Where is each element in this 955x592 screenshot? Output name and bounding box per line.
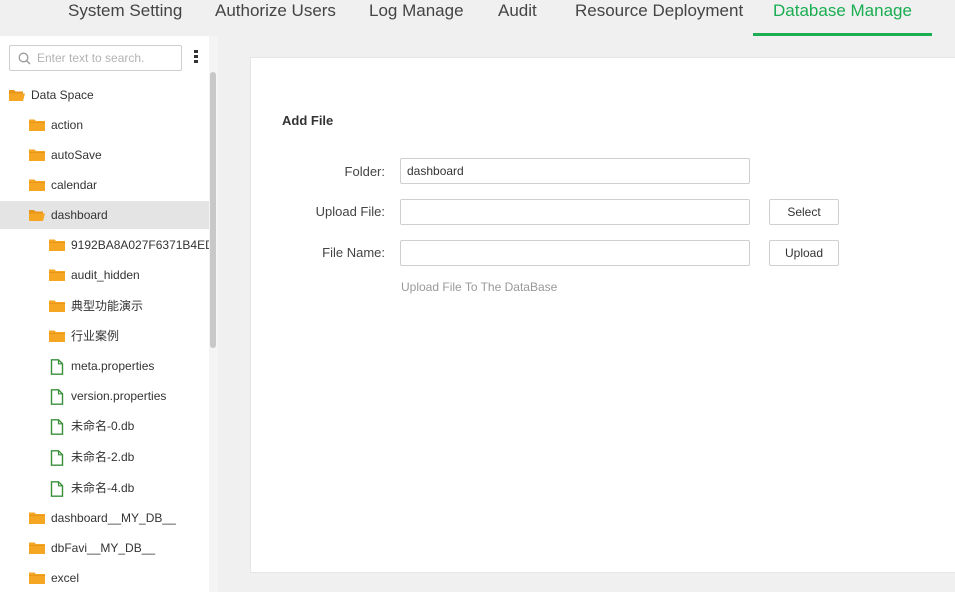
folder-icon xyxy=(29,179,45,191)
tree-node-label: meta.properties xyxy=(71,359,155,373)
folder-icon xyxy=(49,300,65,312)
menu-icon[interactable] xyxy=(191,50,201,66)
tree-node-label: dashboard__MY_DB__ xyxy=(51,511,176,525)
tree-node-action[interactable]: action xyxy=(0,111,209,139)
folder-icon xyxy=(29,149,45,161)
file-name-field[interactable] xyxy=(400,240,750,266)
tree-node-calendar[interactable]: calendar xyxy=(0,171,209,199)
tree-node-dbfavi-my-db[interactable]: dbFavi__MY_DB__ xyxy=(0,534,209,562)
scrollbar-thumb[interactable] xyxy=(210,72,216,348)
tree-node-audit-hidden[interactable]: audit_hidden xyxy=(0,261,209,289)
folder-icon xyxy=(29,542,45,554)
tree-node-label: 未命名-2.db xyxy=(71,450,135,464)
panel-title: Add File xyxy=(282,113,334,128)
file-icon xyxy=(50,359,64,375)
file-icon xyxy=(50,450,64,466)
tree-node-version-properties[interactable]: version.properties xyxy=(0,382,209,410)
folder-icon xyxy=(49,239,65,251)
tab-resource-deployment[interactable]: Resource Deployment xyxy=(575,0,743,36)
tree-node-label: audit_hidden xyxy=(71,268,140,282)
sidebar-scrollbar[interactable] xyxy=(209,36,218,592)
tree-node-label: 行业案例 xyxy=(71,329,120,343)
tree-node-9192ba8a[interactable]: 9192BA8A027F6371B4ED xyxy=(0,231,209,259)
tree-node-untitled-2-db[interactable]: 未命名-2.db xyxy=(0,443,209,471)
folder-icon xyxy=(29,572,45,584)
tree-node-label: dashboard xyxy=(51,208,108,222)
folder-field[interactable]: dashboard xyxy=(400,158,750,184)
tab-log-manage[interactable]: Log Manage xyxy=(369,0,464,36)
tab-authorize-users[interactable]: Authorize Users xyxy=(215,0,336,36)
tree-node-untitled-4-db[interactable]: 未命名-4.db xyxy=(0,474,209,502)
tree-node-typical-demo[interactable]: 典型功能演示 xyxy=(0,292,209,320)
folder-open-icon xyxy=(9,90,25,101)
upload-hint: Upload File To The DataBase xyxy=(401,280,558,294)
folder-icon xyxy=(49,330,65,342)
folder-open-icon xyxy=(29,210,45,221)
tree-node-label: Data Space xyxy=(31,88,94,102)
tree-node-untitled-0-db[interactable]: 未命名-0.db xyxy=(0,412,209,440)
tab-system-setting[interactable]: System Setting xyxy=(68,0,182,36)
upload-button[interactable]: Upload xyxy=(769,240,839,266)
add-file-panel: Add File Folder: dashboard Upload File: … xyxy=(250,57,955,573)
tree-node-label: 未命名-0.db xyxy=(71,419,135,433)
search-input[interactable] xyxy=(37,49,177,67)
tree-node-label: excel xyxy=(51,571,80,585)
tree-node-label: calendar xyxy=(51,178,98,192)
file-icon xyxy=(50,481,64,497)
tree-node-excel[interactable]: excel xyxy=(0,564,209,592)
select-button[interactable]: Select xyxy=(769,199,839,225)
folder-icon xyxy=(29,119,45,131)
tab-database-manage[interactable]: Database Manage xyxy=(753,0,932,36)
file-icon xyxy=(50,389,64,405)
sidebar: Data Space action autoSave calendar xyxy=(0,36,218,592)
tree-node-label: 未命名-4.db xyxy=(71,481,135,495)
tree-node-industry-cases[interactable]: 行业案例 xyxy=(0,322,209,350)
file-icon xyxy=(50,419,64,435)
tree-node-label: dbFavi__MY_DB__ xyxy=(51,541,156,555)
folder-icon xyxy=(29,512,45,524)
upload-file-field[interactable] xyxy=(400,199,750,225)
tree-node-data-space[interactable]: Data Space xyxy=(0,81,209,109)
upload-file-label: Upload File: xyxy=(315,204,385,219)
folder-label: Folder: xyxy=(344,164,385,179)
search-box[interactable] xyxy=(9,45,182,71)
tree-node-label: 9192BA8A027F6371B4ED xyxy=(71,238,209,252)
tab-audit[interactable]: Audit xyxy=(498,0,537,36)
tree-node-label: version.properties xyxy=(71,389,167,403)
tree-node-label: 典型功能演示 xyxy=(71,299,144,313)
tree-node-label: autoSave xyxy=(51,148,102,162)
tree-node-autosave[interactable]: autoSave xyxy=(0,141,209,169)
file-name-label: File Name: xyxy=(322,245,385,260)
top-tab-bar: System Setting Authorize Users Log Manag… xyxy=(0,0,955,36)
search-icon xyxy=(18,52,31,65)
tree-node-dashboard-my-db[interactable]: dashboard__MY_DB__ xyxy=(0,504,209,532)
tree-node-meta-properties[interactable]: meta.properties xyxy=(0,352,209,380)
tree-node-label: action xyxy=(51,118,84,132)
tree-node-dashboard[interactable]: dashboard xyxy=(0,201,209,229)
folder-icon xyxy=(49,269,65,281)
